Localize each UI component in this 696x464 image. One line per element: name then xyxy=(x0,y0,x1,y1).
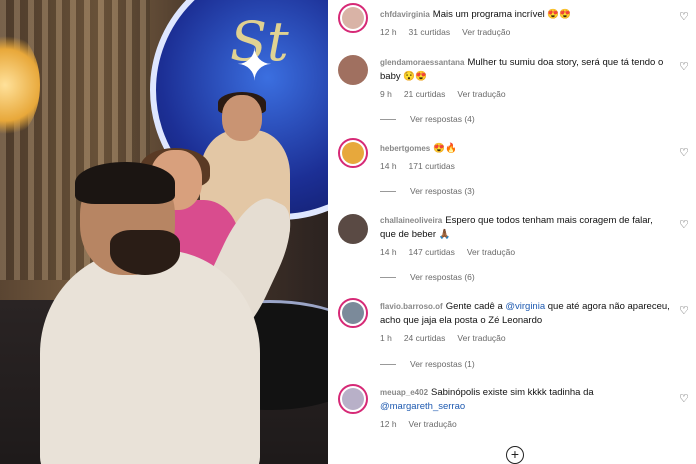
view-replies[interactable]: Ver respostas (4) xyxy=(380,114,475,124)
heart-icon[interactable]: ♡ xyxy=(679,12,690,23)
person-back-head xyxy=(222,95,262,141)
comment-username[interactable]: hebertgomes xyxy=(380,144,430,153)
comment-time: 9 h xyxy=(380,89,392,99)
comment-likes[interactable]: 21 curtidas xyxy=(404,89,446,99)
comment-time: 14 h xyxy=(380,161,397,171)
video-frame[interactable]: St ✦ xyxy=(0,0,328,464)
person-front-beard xyxy=(110,230,180,275)
comment-body: meuap_e402 Sabinópolis existe sim kkkk ta… xyxy=(380,386,670,414)
sparkle-icon: ✦ xyxy=(236,41,273,90)
comment-meta: 1 h 24 curtidas Ver tradução xyxy=(380,333,518,343)
heart-icon[interactable]: ♡ xyxy=(679,220,690,231)
comments-panel[interactable]: chfdavirginia Mais um programa incrível 😍… xyxy=(328,0,696,464)
comment-likes[interactable]: 171 curtidas xyxy=(409,161,455,171)
view-replies[interactable]: Ver respostas (3) xyxy=(380,186,475,196)
view-replies-label[interactable]: Ver respostas (4) xyxy=(410,114,475,124)
translate-link[interactable]: Ver tradução xyxy=(462,27,510,37)
mention-link[interactable]: @virginia xyxy=(505,301,545,312)
comment-likes[interactable]: 31 curtidas xyxy=(409,27,451,37)
person-front-body xyxy=(40,250,260,464)
avatar[interactable] xyxy=(338,298,368,328)
replies-line xyxy=(380,119,396,121)
comment-text: Sabinópolis existe sim kkkk tadinha da xyxy=(431,387,594,398)
avatar[interactable] xyxy=(338,384,368,414)
translate-link[interactable]: Ver tradução xyxy=(409,419,457,429)
translate-link[interactable]: Ver tradução xyxy=(457,333,505,343)
comment-body: challaineoliveira Espero que todos tenham… xyxy=(380,214,670,242)
mention-link[interactable]: @margareth_serrao xyxy=(380,401,465,412)
comment-body: chfdavirginia Mais um programa incrível 😍… xyxy=(380,8,670,22)
comment-body: flavio.barroso.of Gente cadê a @virginia … xyxy=(380,300,670,328)
comment-text: 😍🔥 xyxy=(433,143,457,154)
comment-body: hebertgomes 😍🔥 xyxy=(380,142,670,156)
comment-text-before: Gente cadê a xyxy=(445,301,506,312)
view-replies-label[interactable]: Ver respostas (1) xyxy=(410,359,475,369)
comment-likes[interactable]: 147 curtidas xyxy=(409,247,455,257)
replies-line xyxy=(380,277,396,279)
comment-meta: 9 h 21 curtidas Ver tradução xyxy=(380,89,518,99)
view-replies[interactable]: Ver respostas (6) xyxy=(380,272,475,282)
view-replies-label[interactable]: Ver respostas (3) xyxy=(410,186,475,196)
heart-icon[interactable]: ♡ xyxy=(679,306,690,317)
comment-meta: 14 h 147 curtidas Ver tradução xyxy=(380,247,527,257)
translate-link[interactable]: Ver tradução xyxy=(467,247,515,257)
comment-time: 12 h xyxy=(380,419,397,429)
comment-text: Mais um programa incrível 😍😍 xyxy=(432,9,572,20)
comment-username[interactable]: challaineoliveira xyxy=(380,216,442,225)
comment-username[interactable]: glendamoraessantana xyxy=(380,58,464,67)
comment-meta: 14 h 171 curtidas xyxy=(380,161,467,171)
comment-time: 14 h xyxy=(380,247,397,257)
heart-icon[interactable]: ♡ xyxy=(679,394,690,405)
comment-time: 12 h xyxy=(380,27,397,37)
heart-icon[interactable]: ♡ xyxy=(679,148,690,159)
comment-username[interactable]: meuap_e402 xyxy=(380,388,428,397)
comment-likes[interactable]: 24 curtidas xyxy=(404,333,446,343)
replies-line xyxy=(380,364,396,366)
replies-line xyxy=(380,191,396,193)
comment-time: 1 h xyxy=(380,333,392,343)
comment-body: glendamoraessantana Mulher tu sumiu doa s… xyxy=(380,56,670,84)
translate-link[interactable]: Ver tradução xyxy=(457,89,505,99)
comment-username[interactable]: chfdavirginia xyxy=(380,10,430,19)
avatar[interactable] xyxy=(338,55,368,85)
comment-meta: 12 h 31 curtidas Ver tradução xyxy=(380,27,522,37)
plus-circle-icon[interactable]: + xyxy=(506,446,524,464)
view-replies[interactable]: Ver respostas (1) xyxy=(380,359,475,369)
heart-icon[interactable]: ♡ xyxy=(679,62,690,73)
avatar[interactable] xyxy=(338,3,368,33)
person-front-hair xyxy=(75,162,175,204)
comment-meta: 12 h Ver tradução xyxy=(380,419,469,429)
comment-username[interactable]: flavio.barroso.of xyxy=(380,302,443,311)
view-replies-label[interactable]: Ver respostas (6) xyxy=(410,272,475,282)
avatar[interactable] xyxy=(338,138,368,168)
avatar[interactable] xyxy=(338,214,368,244)
